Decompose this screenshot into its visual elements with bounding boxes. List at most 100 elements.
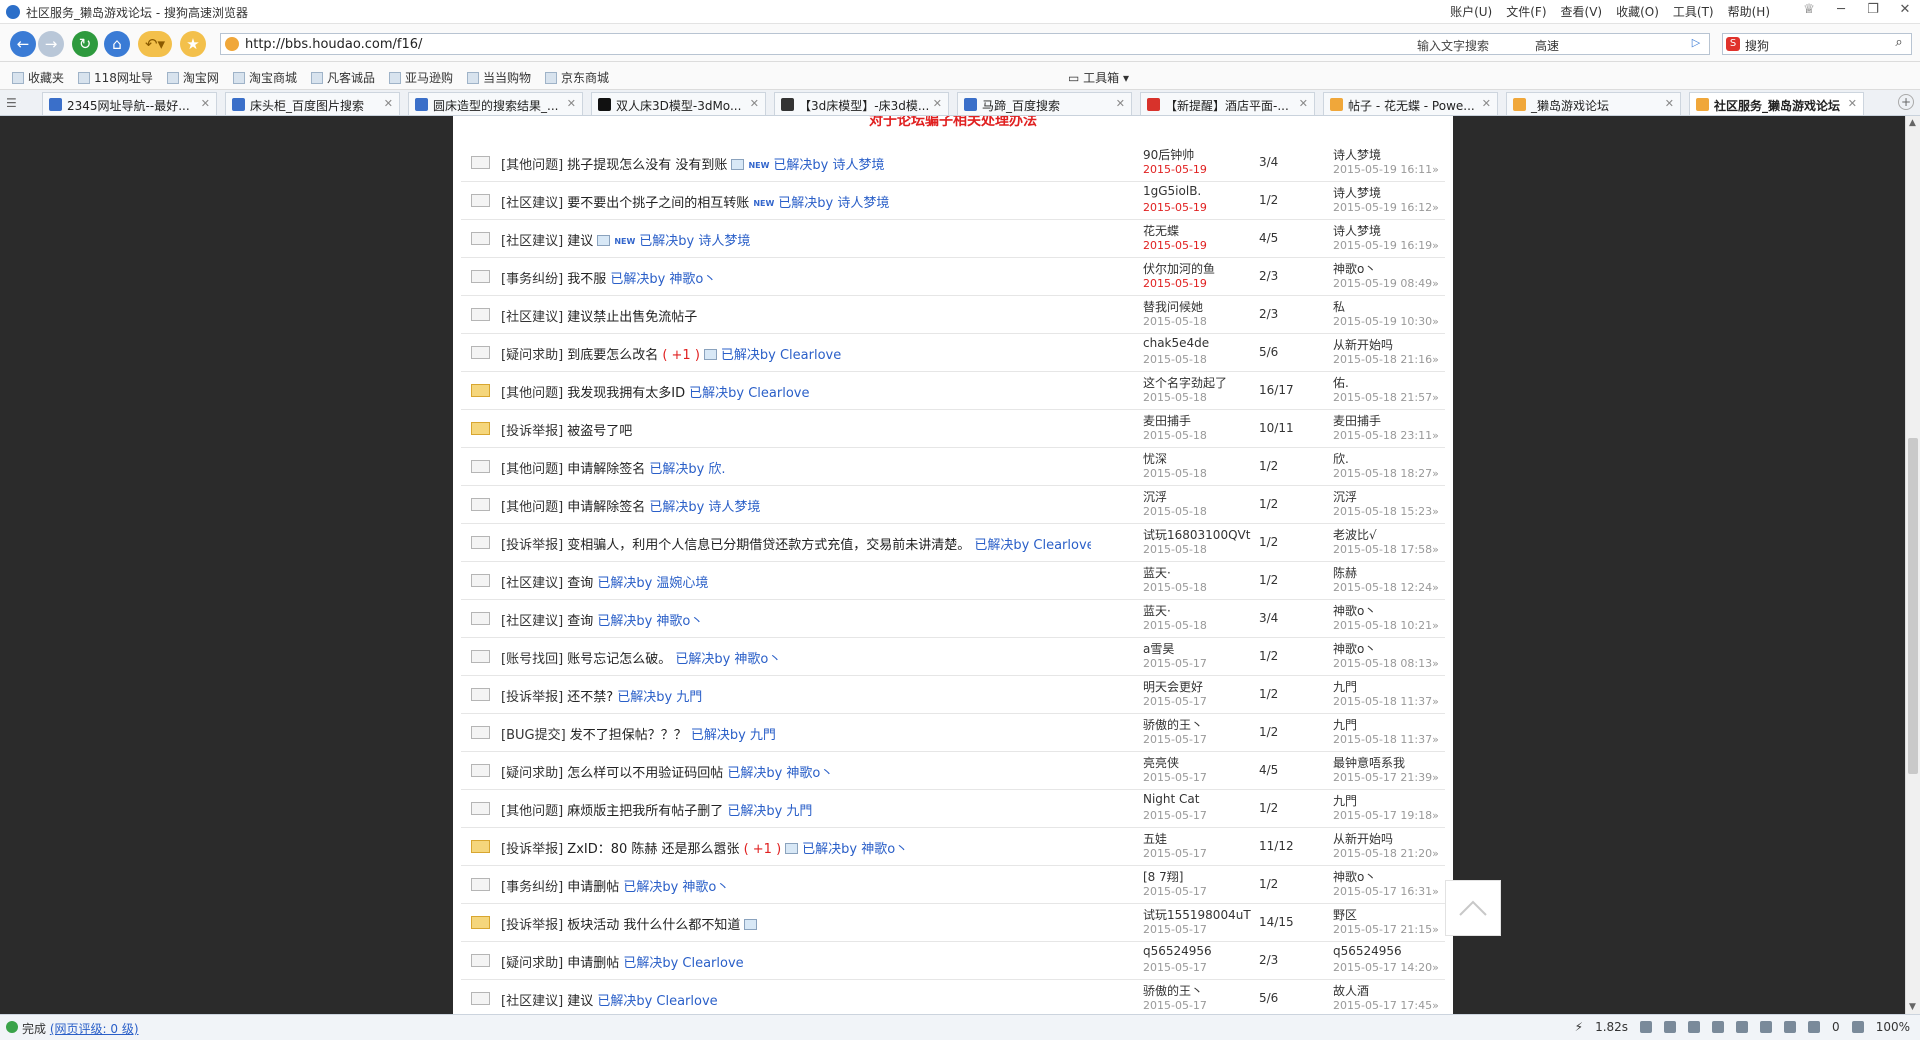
thread-category-link[interactable]: [其他问题] (501, 386, 563, 401)
close-tab-icon[interactable]: ✕ (1482, 97, 1491, 110)
last-reply-user-link[interactable]: 诗人梦境 (1333, 222, 1381, 239)
thread-author-link[interactable]: 忧深 (1143, 450, 1167, 467)
thread-author-link[interactable]: 1gG5iolB. (1143, 184, 1201, 198)
menu-favorites[interactable]: 收藏(O) (1616, 3, 1659, 20)
solved-status-link[interactable]: 已解决by Clearlove (974, 538, 1091, 553)
last-reply-time-link[interactable]: 2015-05-18 21:57» (1333, 391, 1439, 404)
thread-title-link[interactable]: 要不要出个挑子之间的相互转账 (567, 196, 749, 211)
last-reply-time-link[interactable]: 2015-05-19 10:30» (1333, 315, 1439, 328)
last-reply-user-link[interactable]: 野区 (1333, 906, 1357, 923)
person-icon[interactable] (1664, 1021, 1677, 1033)
thread-author-link[interactable]: 蓝天· (1143, 602, 1171, 619)
thread-author-link[interactable]: 试玩155198004uT (1143, 906, 1251, 923)
menu-account[interactable]: 账户(U) (1450, 3, 1492, 20)
solved-status-link[interactable]: 已解决by 诗人梦境 (773, 158, 884, 173)
thread-category-link[interactable]: [社区建议] (501, 310, 563, 325)
thread-category-link[interactable]: [疑问求助] (501, 766, 563, 781)
last-reply-time-link[interactable]: 2015-05-19 08:49» (1333, 277, 1439, 290)
menu-help[interactable]: 帮助(H) (1728, 3, 1770, 20)
thread-title-link[interactable]: 还不禁? (567, 690, 613, 705)
last-reply-time-link[interactable]: 2015-05-18 15:23» (1333, 505, 1439, 518)
solved-status-link[interactable]: 已解决by 九門 (617, 690, 702, 705)
thread-category-link[interactable]: [社区建议] (501, 196, 563, 211)
solved-status-link[interactable]: 已解决by 九門 (727, 804, 812, 819)
bookmark-favorites[interactable]: 收藏夹 (12, 69, 64, 86)
last-reply-user-link[interactable]: 老波比√ (1333, 526, 1377, 543)
go-icon[interactable]: ▷ (1687, 36, 1705, 52)
last-reply-user-link[interactable]: 神歌o丶 (1333, 640, 1376, 657)
last-reply-time-link[interactable]: 2015-05-18 11:37» (1333, 733, 1439, 746)
solved-status-link[interactable]: 已解决by 诗人梦境 (778, 196, 889, 211)
page-rating-link[interactable]: (网页评级: 0 级) (50, 1022, 139, 1036)
refresh-button[interactable]: ↻ (72, 31, 98, 57)
thread-title-link[interactable]: 变相骗人，利用个人信息已分期借贷还款方式充值，交易前未讲清楚。 (567, 538, 970, 553)
thread-category-link[interactable]: [BUG提交] (501, 728, 566, 743)
gear-icon[interactable] (1712, 1021, 1725, 1033)
last-reply-user-link[interactable]: 从新开始吗 (1333, 336, 1393, 353)
last-reply-time-link[interactable]: 2015-05-19 16:19» (1333, 239, 1439, 252)
thread-title-link[interactable]: 申请解除签名 (567, 500, 645, 515)
last-reply-user-link[interactable]: 诗人梦境 (1333, 184, 1381, 201)
tab-3dmodel[interactable]: 双人床3D模型-3dMo... ✕ (591, 92, 766, 115)
last-reply-user-link[interactable]: 神歌o丶 (1333, 602, 1376, 619)
thread-author-link[interactable]: 试玩16803100QVt (1143, 526, 1250, 543)
solved-status-link[interactable]: 已解决by 神歌o丶 (727, 766, 833, 781)
favorite-button[interactable]: ★ (180, 31, 206, 57)
last-reply-user-link[interactable]: 诗人梦境 (1333, 146, 1381, 163)
last-reply-time-link[interactable]: 2015-05-18 18:27» (1333, 467, 1439, 480)
last-reply-user-link[interactable]: 九門 (1333, 716, 1357, 733)
tab-horseshoe[interactable]: 马蹄_百度搜索 ✕ (957, 92, 1132, 115)
solved-status-link[interactable]: 已解决by 诗人梦境 (639, 234, 750, 249)
bookmark-item[interactable]: 凡客诚品 (310, 69, 375, 86)
thread-title-link[interactable]: 建议 (567, 994, 593, 1009)
thread-author-link[interactable]: 骄傲的王丶 (1143, 716, 1203, 733)
last-reply-time-link[interactable]: 2015-05-17 19:18» (1333, 809, 1439, 822)
tab-baidu-images[interactable]: 床头柜_百度图片搜索 ✕ (225, 92, 400, 115)
thread-category-link[interactable]: [疑问求助] (501, 348, 563, 363)
thread-category-link[interactable]: [社区建议] (501, 614, 563, 629)
last-reply-user-link[interactable]: 私 (1333, 298, 1345, 315)
thread-author-link[interactable]: 90后钟帅 (1143, 146, 1194, 163)
sidebar-toggle-icon[interactable]: ☰ (6, 96, 17, 110)
url-input[interactable]: http://bbs.houdao.com/f16/ (245, 37, 422, 52)
solved-status-link[interactable]: 已解决by 神歌o丶 (597, 614, 703, 629)
solved-status-link[interactable]: 已解决by 欣. (649, 462, 725, 477)
search-icon[interactable]: ⌕ (1889, 35, 1909, 53)
page-scrollbar[interactable]: ▲ ▼ (1905, 116, 1920, 1014)
scrollbar-thumb[interactable] (1908, 438, 1918, 774)
last-reply-user-link[interactable]: 欣. (1333, 450, 1349, 467)
tab-round-bed[interactable]: 圆床造型的搜索结果_... ✕ (408, 92, 583, 115)
thread-author-link[interactable]: 蓝天· (1143, 564, 1171, 581)
thread-title-link[interactable]: 建议禁止出售免流帖子 (567, 310, 697, 325)
thread-category-link[interactable]: [投诉举报] (501, 690, 563, 705)
bookmark-item[interactable]: 京东商城 (545, 69, 609, 86)
thread-category-link[interactable]: [投诉举报] (501, 842, 563, 857)
thread-title-link[interactable]: 账号忘记怎么破。 (567, 652, 671, 667)
last-reply-time-link[interactable]: 2015-05-17 17:45» (1333, 999, 1439, 1012)
address-bar[interactable]: http://bbs.houdao.com/f16/ 输入文字搜索 高速 ▷ (220, 33, 1710, 55)
last-reply-user-link[interactable]: 故人酒 (1333, 982, 1369, 999)
thread-category-link[interactable]: [事务纠纷] (501, 272, 563, 287)
last-reply-time-link[interactable]: 2015-05-18 10:21» (1333, 619, 1439, 632)
speed-mode-button[interactable]: 高速 (1535, 37, 1559, 54)
forum-notice-link[interactable]: 对于论坛骗子相关处理办法 (453, 116, 1453, 130)
solved-status-link[interactable]: 已解决by 温婉心境 (597, 576, 708, 591)
close-tab-icon[interactable]: ✕ (567, 97, 576, 110)
zoom-level[interactable]: 100% (1876, 1020, 1910, 1034)
last-reply-time-link[interactable]: 2015-05-18 23:11» (1333, 429, 1439, 442)
bookmark-item[interactable]: 淘宝商城 (232, 69, 297, 86)
solved-status-link[interactable]: 已解决by Clearlove (623, 956, 743, 971)
thread-title-link[interactable]: 挑子提现怎么没有 没有到账 (567, 158, 727, 173)
thread-author-link[interactable]: 麦田捕手 (1143, 412, 1191, 429)
last-reply-time-link[interactable]: 2015-05-17 21:39» (1333, 771, 1439, 784)
last-reply-time-link[interactable]: 2015-05-18 17:58» (1333, 543, 1439, 556)
thread-title-link[interactable]: 申请删帖 (567, 880, 619, 895)
tab-forum[interactable]: _獭岛游戏论坛 ✕ (1506, 92, 1681, 115)
thread-author-link[interactable]: 伏尔加河的鱼 (1143, 260, 1215, 277)
scroll-up-icon[interactable]: ▲ (1909, 118, 1916, 128)
close-tab-icon[interactable]: ✕ (933, 97, 942, 110)
search-box[interactable]: S 搜狗 ⌕ (1722, 33, 1912, 55)
edit-icon[interactable] (1640, 1021, 1653, 1033)
maximize-button[interactable]: ❐ (1862, 2, 1884, 17)
last-reply-time-link[interactable]: 2015-05-18 21:16» (1333, 353, 1439, 366)
